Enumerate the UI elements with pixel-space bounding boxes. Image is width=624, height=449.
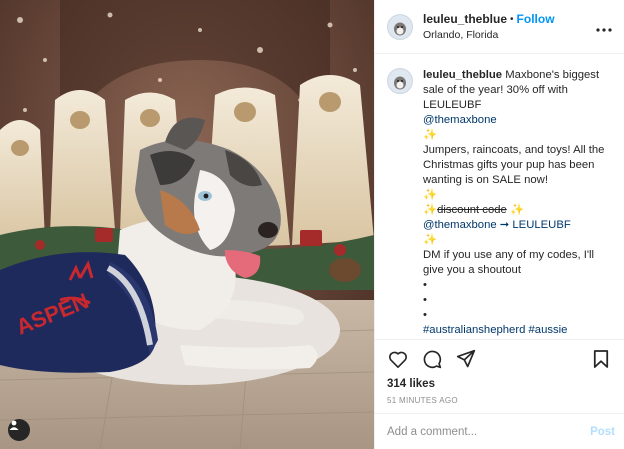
bullet-line: • [423,279,427,291]
save-button[interactable] [590,348,612,370]
post-timestamp[interactable]: 51 MINUTES AGO [387,396,612,405]
user-tag-icon [9,420,19,430]
sparkle-emoji: ✨ [423,234,438,246]
sparkle-emoji: ✨ [509,204,525,216]
caption-username[interactable]: leuleu_theblue [423,69,502,81]
discount-code-label: discount code [437,204,507,216]
caption-line: Jumpers, raincoats, and toys! All the Ch… [423,144,605,186]
comment-button[interactable] [421,348,443,370]
more-horizontal-icon [596,27,612,32]
bullet-line: • [423,294,427,306]
avatar[interactable] [387,13,413,40]
post-side-panel: leuleu_theblue • Follow Orlando, Florida [374,0,624,449]
sparkle-emoji: ✨ [423,204,438,216]
instagram-post: ASPEN leuleu_theblue • Follow Orlando, F… [0,0,624,449]
like-button[interactable] [387,348,409,370]
bookmark-icon [593,350,609,368]
share-button[interactable] [455,348,477,370]
add-comment-bar: Post [375,413,624,449]
comment-icon [423,350,442,369]
comment-input[interactable] [387,425,591,438]
follow-button[interactable]: Follow [517,12,555,26]
caption-avatar[interactable] [387,68,413,94]
heart-icon [389,351,407,368]
share-icon [456,349,476,368]
mention-link[interactable]: @themaxbone ➞ LEULEUBF [423,219,571,231]
location-link[interactable]: Orlando, Florida [423,29,594,41]
header-separator: • [510,13,514,25]
bullet-line: • [423,309,427,321]
hashtags[interactable]: #australianshepherd #aussie #aussiepuppy… [423,323,614,339]
mention-link[interactable]: @themaxbone [423,113,614,128]
post-header: leuleu_theblue • Follow Orlando, Florida [375,0,624,54]
user-tag-button[interactable] [8,419,30,441]
post-comment-button[interactable]: Post [590,426,615,438]
dog-avatar-icon [389,15,411,38]
post-actions: 314 likes 51 MINUTES AGO [375,339,624,413]
post-caption: leuleu_theblue Maxbone's biggest sale of… [423,68,614,339]
header-username[interactable]: leuleu_theblue [423,12,507,26]
comments-area[interactable]: leuleu_theblue Maxbone's biggest sale of… [375,54,624,339]
sparkle-emoji: ✨ [423,129,438,141]
sparkle-emoji: ✨ [423,189,438,201]
dog-photo-illustration: ASPEN [0,0,374,449]
dog-avatar-icon [389,70,411,92]
caption-line: DM if you use any of my codes, I'll give… [423,249,595,276]
likes-count[interactable]: 314 likes [387,378,612,390]
more-options-button[interactable] [594,19,614,35]
post-photo[interactable]: ASPEN [0,0,374,449]
